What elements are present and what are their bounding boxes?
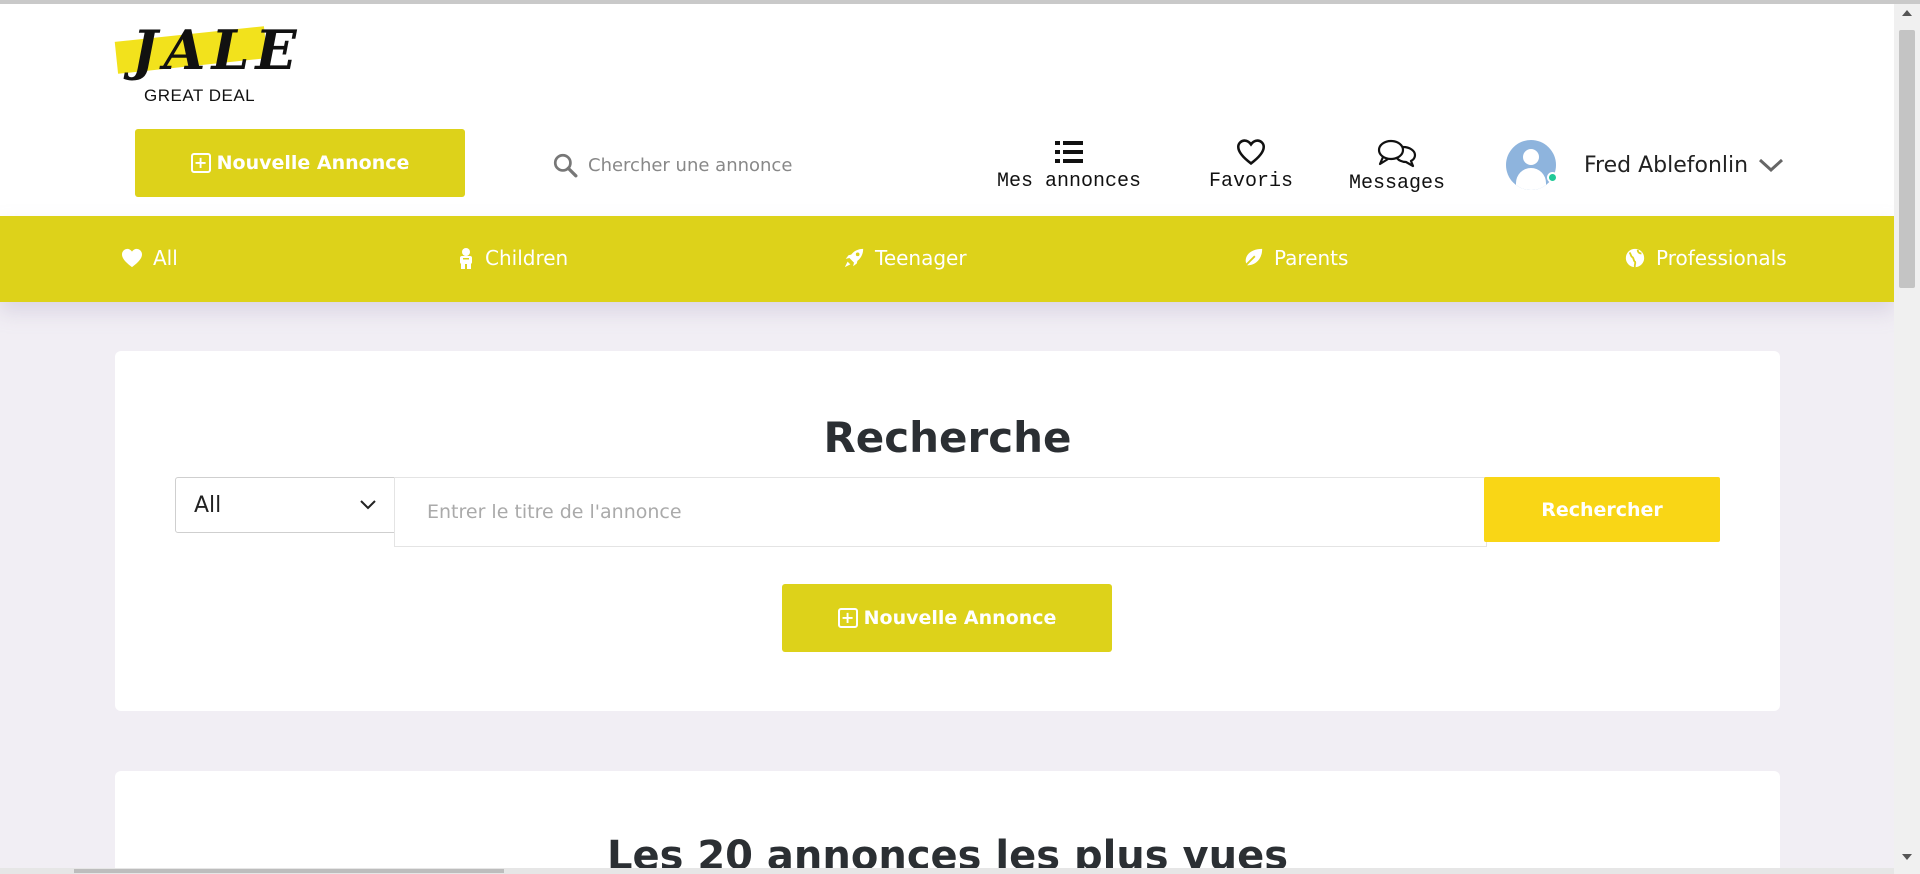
list-icon (1055, 141, 1084, 163)
scroll-up-arrow[interactable] (1902, 10, 1912, 16)
header-search-input[interactable] (588, 154, 838, 176)
ad-title-input[interactable] (394, 477, 1487, 547)
category-all-label: All (153, 246, 178, 270)
avatar-body (1516, 168, 1546, 190)
category-teenager-label: Teenager (875, 246, 967, 270)
horizontal-scrollbar-thumb[interactable] (74, 869, 504, 873)
chat-bubbles-icon (1377, 139, 1417, 168)
avatar-head (1523, 149, 1539, 165)
header-new-ad-label: Nouvelle Annonce (216, 152, 410, 174)
nav-favorites[interactable]: Favoris (1209, 138, 1293, 193)
nav-messages-label: Messages (1349, 172, 1446, 195)
category-all[interactable]: All (121, 246, 178, 270)
rocket-icon (844, 248, 864, 268)
category-children[interactable]: Children (457, 246, 568, 270)
heart-icon (122, 248, 142, 268)
avatar[interactable] (1506, 140, 1556, 190)
category-professionals[interactable]: Professionals (1624, 246, 1787, 270)
child-icon (460, 248, 472, 269)
category-parents-label: Parents (1274, 246, 1349, 270)
logo-text: JALE (132, 18, 303, 82)
category-professionals-label: Professionals (1656, 246, 1787, 270)
online-status-dot (1547, 172, 1558, 183)
plus-square-icon: + (190, 153, 211, 173)
scrollbar-thumb[interactable] (1899, 30, 1915, 288)
search-card-title: Recherche (823, 413, 1072, 462)
header-search (552, 150, 852, 180)
heart-outline-icon (1236, 139, 1266, 166)
category-select[interactable]: All (175, 477, 395, 533)
header-new-ad-button[interactable]: + Nouvelle Annonce (135, 129, 465, 197)
site-logo[interactable]: JALE GREAT DEAL (114, 18, 297, 108)
logo-subtitle: GREAT DEAL (144, 86, 256, 105)
globe-icon (1625, 248, 1645, 268)
user-menu[interactable]: Fred Ablefonlin (1506, 140, 1784, 190)
category-teenager[interactable]: Teenager (843, 246, 967, 270)
search-icon[interactable] (552, 152, 578, 178)
category-children-label: Children (485, 246, 569, 270)
card-new-ad-button[interactable]: + Nouvelle Annonce (782, 584, 1112, 652)
site-header: JALE GREAT DEAL + Nouvelle Annonce Mes a… (0, 4, 1894, 216)
category-parents[interactable]: Parents (1242, 246, 1348, 270)
nav-messages[interactable]: Messages (1349, 138, 1445, 195)
chevron-down-icon[interactable] (1758, 157, 1784, 173)
top-ads-card: Les 20 annonces les plus vues (115, 771, 1780, 874)
nav-favorites-label: Favoris (1209, 170, 1294, 193)
chevron-down-icon (360, 500, 376, 510)
card-new-ad-label: Nouvelle Annonce (863, 607, 1057, 629)
category-select-value: All (194, 492, 222, 518)
leaf-icon (1243, 248, 1263, 268)
plus-square-icon: + (837, 608, 858, 628)
nav-my-ads-label: Mes annonces (997, 170, 1142, 193)
user-name: Fred Ablefonlin (1584, 152, 1749, 178)
search-button[interactable]: Rechercher (1484, 477, 1720, 542)
scroll-down-arrow[interactable] (1902, 854, 1912, 860)
search-card: Recherche All Rechercher + Nouvelle Anno… (115, 351, 1780, 711)
category-bar: All Children Teenager Parents Profession… (0, 216, 1894, 302)
nav-my-ads[interactable]: Mes annonces (997, 138, 1141, 193)
